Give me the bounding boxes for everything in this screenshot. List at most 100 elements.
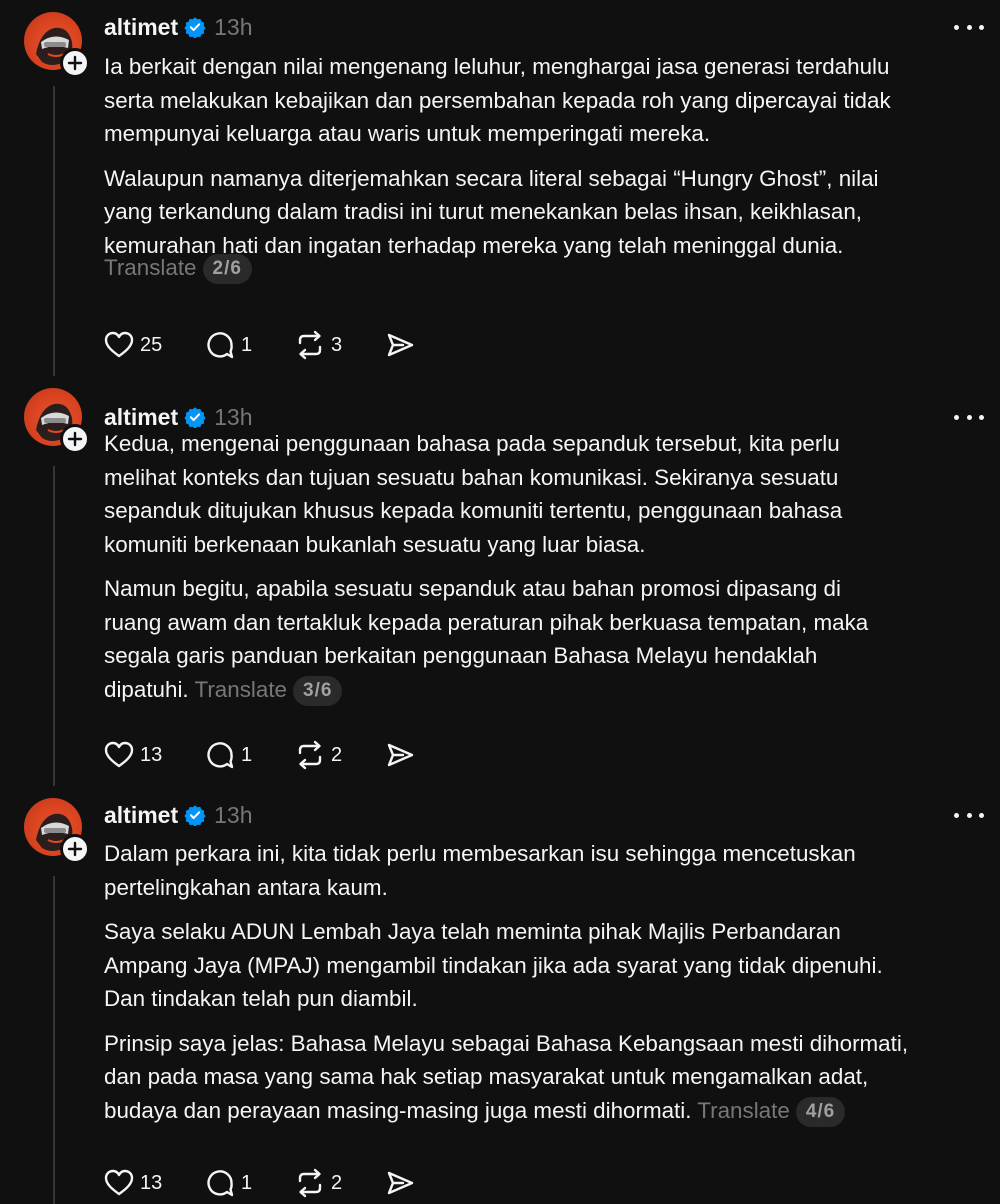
- text: dipatuhi.: [104, 676, 189, 702]
- text: ruang awam dan tertakluk kepada peratura…: [104, 609, 869, 635]
- post-text-line: budaya dan perayaan masing-masing juga m…: [104, 1094, 984, 1128]
- post-paragraph: Ia berkait dengan nilai mengenang leluhu…: [104, 50, 984, 151]
- post-text-line: komuniti berkenaan bukanlah sesuatu yang…: [104, 528, 984, 562]
- post-text-line: Prinsip saya jelas: Bahasa Melayu sebaga…: [104, 1027, 984, 1061]
- repost-count: 2: [331, 743, 343, 766]
- post-actions: 13 1 2: [104, 738, 425, 772]
- translate-link[interactable]: Translate: [194, 677, 287, 702]
- thread-page-badge: 4/6: [795, 1096, 846, 1127]
- reply-button[interactable]: 1: [205, 330, 295, 360]
- like-count: 25: [140, 333, 163, 356]
- post-paragraph: Walaupun namanya diterjemahkan secara li…: [104, 162, 984, 285]
- post-header: altimet 13h: [104, 10, 253, 44]
- timestamp: 13h: [214, 13, 253, 40]
- avatar[interactable]: [24, 388, 90, 454]
- post-text-line: mempunyai keluarga atau waris untuk memp…: [104, 117, 984, 151]
- text: pertelingkahan antara kaum.: [104, 874, 388, 900]
- post-text-line: Kedua, mengenai penggunaan bahasa pada s…: [104, 427, 984, 461]
- repost-icon: [295, 740, 325, 770]
- like-button[interactable]: 13: [104, 1169, 205, 1197]
- translate-link[interactable]: Translate: [697, 1098, 790, 1123]
- avatar[interactable]: [24, 798, 90, 864]
- like-count: 13: [140, 1171, 163, 1194]
- follow-plus-icon[interactable]: [60, 48, 90, 78]
- share-button[interactable]: [385, 1168, 425, 1198]
- post-actions: 13 1 2: [104, 1166, 425, 1200]
- translate-link[interactable]: Translate: [104, 255, 197, 280]
- repost-count: 3: [331, 333, 343, 356]
- post-body: Dalam perkara ini, kita tidak perlu memb…: [104, 837, 984, 1138]
- post-paragraph: Saya selaku ADUN Lembah Jaya telah memin…: [104, 915, 984, 1016]
- repost-button[interactable]: 3: [295, 330, 385, 360]
- text: Namun begitu, apabila sesuatu sepanduk a…: [104, 576, 841, 601]
- text: sepanduk ditujukan khusus kepada komunit…: [104, 498, 843, 523]
- share-button[interactable]: [385, 740, 425, 770]
- post-text-line: Dalam perkara ini, kita tidak perlu memb…: [104, 837, 984, 871]
- text: segala garis panduan berkaitan penggunaa…: [104, 643, 818, 668]
- like-icon: [104, 1169, 134, 1197]
- reply-count: 1: [241, 1171, 253, 1194]
- post-text-line: dan pada masa yang sama hak setiap masya…: [104, 1060, 984, 1094]
- post-text-line: pertelingkahan antara kaum.: [104, 871, 984, 905]
- text: dan pada masa yang sama hak setiap masya…: [104, 1064, 869, 1089]
- reply-count: 1: [241, 333, 253, 356]
- more-options-icon[interactable]: [954, 412, 984, 422]
- like-button[interactable]: 25: [104, 331, 205, 359]
- text: Dalam perkara ini, kita tidak perlu memb…: [104, 841, 856, 866]
- verified-badge-icon: [184, 804, 206, 826]
- post-text-line: Walaupun namanya diterjemahkan secara li…: [104, 162, 984, 196]
- share-icon: [385, 1168, 415, 1198]
- reply-button[interactable]: 1: [205, 1168, 295, 1198]
- repost-icon: [295, 330, 325, 360]
- post-text-line: sepanduk ditujukan khusus kepada komunit…: [104, 494, 984, 528]
- more-options-icon[interactable]: [954, 22, 984, 32]
- post-body: Kedua, mengenai penggunaan bahasa pada s…: [104, 427, 984, 717]
- text: Saya selaku ADUN Lembah Jaya telah memin…: [104, 919, 841, 944]
- post-text-line: dipatuhi. Translate 3/6: [104, 673, 984, 707]
- thread-line: [53, 86, 55, 376]
- repost-button[interactable]: 2: [295, 1168, 385, 1198]
- more-options-icon[interactable]: [954, 810, 984, 820]
- text: yang terkandung dalam tradisi ini turut …: [104, 199, 863, 224]
- post-text-line: Ampang Jaya (MPAJ) mengambil tindakan ji…: [104, 949, 984, 983]
- like-button[interactable]: 13: [104, 741, 205, 769]
- text: Walaupun namanya diterjemahkan secara li…: [104, 165, 879, 191]
- post-header: altimet 13h: [104, 798, 253, 832]
- reply-icon: [205, 740, 235, 770]
- post-paragraph: Prinsip saya jelas: Bahasa Melayu sebaga…: [104, 1027, 984, 1128]
- share-button[interactable]: [385, 330, 425, 360]
- post-actions: 25 1 3: [104, 328, 425, 362]
- text: serta melakukan kebajikan dan persembaha…: [104, 87, 891, 113]
- username[interactable]: altimet: [104, 14, 178, 41]
- text: melihat konteks dan tujuan sesuatu bahan…: [104, 464, 839, 490]
- repost-button[interactable]: 2: [295, 740, 385, 770]
- text: Kedua, mengenai penggunaan bahasa pada s…: [104, 431, 840, 456]
- thread-line: [53, 876, 55, 1204]
- post-paragraph: Namun begitu, apabila sesuatu sepanduk a…: [104, 572, 984, 706]
- post-text-line: Ia berkait dengan nilai mengenang leluhu…: [104, 50, 984, 84]
- username[interactable]: altimet: [104, 802, 178, 829]
- timestamp: 13h: [214, 801, 253, 828]
- reply-icon: [205, 330, 235, 360]
- follow-plus-icon[interactable]: [60, 834, 90, 864]
- text: Ampang Jaya (MPAJ) mengambil tindakan ji…: [104, 952, 883, 978]
- post-text-line: Dan tindakan telah pun diambil.: [104, 982, 984, 1016]
- verified-badge-icon: [184, 406, 206, 428]
- reply-icon: [205, 1168, 235, 1198]
- repost-icon: [295, 1168, 325, 1198]
- post-text-line: Saya selaku ADUN Lembah Jaya telah memin…: [104, 915, 984, 949]
- post-text-line: Namun begitu, apabila sesuatu sepanduk a…: [104, 572, 984, 606]
- thread-line: [53, 466, 55, 786]
- post-text-line: melihat konteks dan tujuan sesuatu bahan…: [104, 461, 984, 495]
- post-text-line: ruang awam dan tertakluk kepada peratura…: [104, 606, 984, 640]
- post-paragraph: Kedua, mengenai penggunaan bahasa pada s…: [104, 427, 984, 561]
- like-count: 13: [140, 743, 163, 766]
- reply-button[interactable]: 1: [205, 740, 295, 770]
- like-icon: [104, 741, 134, 769]
- follow-plus-icon[interactable]: [60, 424, 90, 454]
- text: Ia berkait dengan nilai mengenang leluhu…: [104, 54, 890, 79]
- share-icon: [385, 330, 415, 360]
- text: mempunyai keluarga atau waris untuk memp…: [104, 121, 711, 146]
- avatar[interactable]: [24, 12, 90, 78]
- repost-count: 2: [331, 1171, 343, 1194]
